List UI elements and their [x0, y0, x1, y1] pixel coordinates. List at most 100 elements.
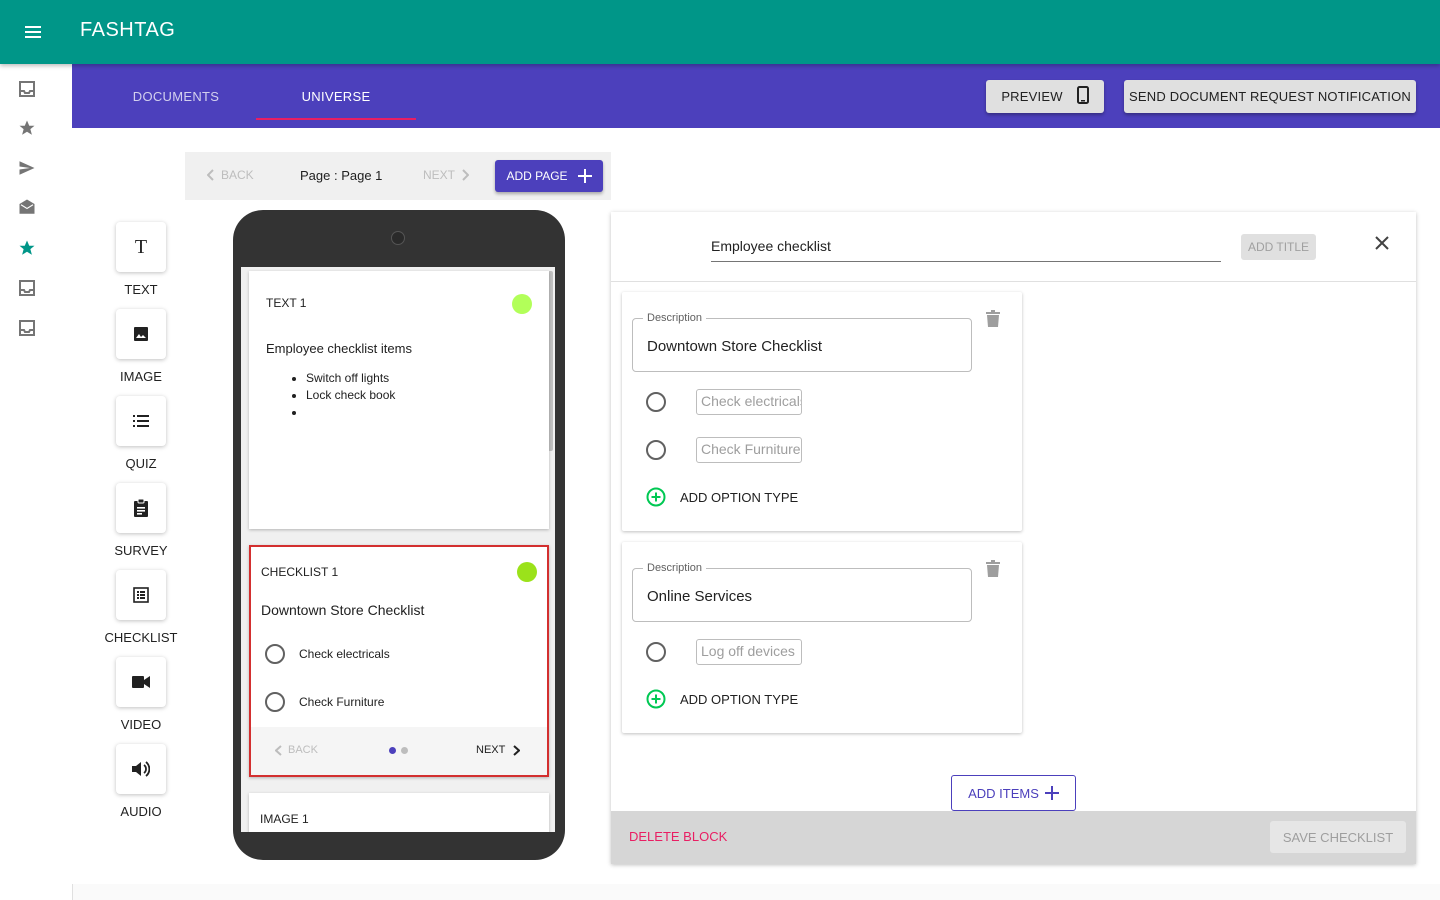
delete-block-button[interactable]: DELETE BLOCK	[629, 829, 727, 844]
side-rail	[0, 64, 73, 900]
phone-camera	[391, 231, 405, 245]
tab-documents[interactable]: DOCUMENTS	[96, 64, 256, 128]
video-icon	[132, 676, 150, 688]
checklist-pager: BACK NEXT	[251, 727, 547, 775]
divider	[611, 281, 1416, 282]
star-icon[interactable]	[14, 115, 40, 141]
radio-button[interactable]	[265, 692, 285, 712]
option-input[interactable]: Check Furniture	[696, 437, 802, 463]
description-value: Downtown Store Checklist	[647, 338, 823, 355]
radio-button[interactable]	[646, 392, 666, 412]
chevron-right-icon	[462, 169, 470, 181]
description-legend: Description	[643, 312, 707, 324]
phone-icon	[1076, 86, 1089, 107]
tool-image-label: IMAGE	[120, 369, 162, 384]
status-dot	[517, 562, 537, 582]
page-next-button[interactable]: NEXT	[423, 168, 470, 182]
text-block-title: TEXT 1	[266, 296, 307, 310]
trash-icon[interactable]	[986, 310, 1004, 330]
tab-bar: DOCUMENTS UNIVERSE PREVIEW SEND DOCUMENT…	[72, 64, 1440, 128]
add-option-button[interactable]: ADD OPTION TYPE	[646, 487, 798, 507]
tool-text-button[interactable]: T	[116, 222, 166, 272]
description-legend: Description	[643, 562, 707, 574]
add-page-label: ADD PAGE	[506, 169, 568, 183]
radio-button[interactable]	[646, 642, 666, 662]
send-notification-button[interactable]: SEND DOCUMENT REQUEST NOTIFICATION	[1124, 80, 1416, 113]
inbox-icon[interactable]	[14, 76, 40, 102]
tool-audio-button[interactable]	[116, 744, 166, 794]
star-icon[interactable]	[14, 235, 40, 261]
page-back-label: BACK	[221, 168, 254, 182]
checklist-option-label: Check electricals	[299, 647, 390, 661]
image-block-card[interactable]: IMAGE 1	[249, 793, 549, 832]
close-icon[interactable]	[1369, 230, 1395, 256]
preview-label: PREVIEW	[1001, 89, 1063, 104]
trash-icon[interactable]	[986, 560, 1004, 580]
chevron-left-icon	[207, 169, 214, 181]
radio-button[interactable]	[646, 440, 666, 460]
option-row: Check Furniture	[646, 437, 802, 463]
tool-video-label: VIDEO	[120, 717, 162, 732]
checklist-block-card[interactable]: CHECKLIST 1 Downtown Store Checklist Che…	[249, 545, 549, 777]
checklist-next-label: NEXT	[476, 744, 506, 756]
drafts-icon[interactable]	[14, 194, 40, 220]
description-field[interactable]: Description Online Services	[632, 562, 972, 622]
add-option-label: ADD OPTION TYPE	[680, 489, 799, 505]
phone-preview: TEXT 1 Employee checklist items Switch o…	[233, 210, 565, 860]
tool-survey-button[interactable]	[116, 483, 166, 533]
option-input[interactable]: Log off devices	[696, 639, 802, 665]
image-block-title: IMAGE 1	[260, 812, 309, 826]
add-circle-icon	[646, 689, 666, 709]
menu-icon[interactable]	[16, 16, 50, 48]
app-title: FASHTAG	[80, 19, 176, 41]
app-bar: FASHTAG	[0, 0, 1440, 64]
checklist-editor: Employee checklist ADD TITLE Description…	[611, 212, 1416, 864]
editor-footer: DELETE BLOCK SAVE CHECKLIST	[611, 811, 1416, 864]
text-block-card[interactable]: TEXT 1 Employee checklist items Switch o…	[249, 271, 549, 529]
tool-image-button[interactable]	[116, 309, 166, 359]
description-field[interactable]: Description Downtown Store Checklist	[632, 312, 972, 372]
checklist-back-button[interactable]: BACK	[275, 744, 318, 756]
list-item: Lock check book	[306, 387, 395, 404]
radio-button[interactable]	[265, 644, 285, 664]
add-title-button[interactable]: ADD TITLE	[1241, 234, 1316, 260]
checklist-block-heading: Downtown Store Checklist	[261, 602, 425, 618]
plus-icon	[577, 169, 592, 183]
checklist-block-title: CHECKLIST 1	[261, 565, 339, 579]
pager-dot-active[interactable]	[389, 747, 396, 754]
tool-survey-label: SURVEY	[114, 543, 168, 558]
save-checklist-button[interactable]: SAVE CHECKLIST	[1270, 821, 1406, 853]
page-navigation: BACK Page : Page 1 NEXT ADD PAGE	[185, 152, 611, 200]
checklist-icon	[133, 587, 149, 603]
page-back-button[interactable]: BACK	[207, 168, 254, 182]
tool-quiz-button[interactable]	[116, 396, 166, 446]
chevron-left-icon	[275, 744, 282, 756]
add-circle-icon	[646, 487, 666, 507]
tool-checklist-label: CHECKLIST	[104, 630, 178, 645]
add-items-button[interactable]: ADD ITEMS	[951, 775, 1076, 811]
list-icon	[133, 415, 149, 427]
inbox-icon[interactable]	[14, 315, 40, 341]
inbox-icon[interactable]	[14, 275, 40, 301]
image-icon	[134, 327, 148, 341]
title-input[interactable]: Employee checklist	[711, 230, 1221, 262]
chevron-right-icon	[513, 744, 521, 756]
tool-quiz-label: QUIZ	[125, 456, 157, 471]
status-dot	[512, 294, 532, 314]
option-input[interactable]: Check electricals	[696, 389, 802, 415]
tool-checklist-button[interactable]	[116, 570, 166, 620]
tool-audio-label: AUDIO	[120, 804, 162, 819]
pager-dot[interactable]	[401, 747, 408, 754]
checklist-next-button[interactable]: NEXT	[476, 744, 521, 756]
checklist-option[interactable]: Check electricals	[265, 644, 390, 664]
tab-indicator	[256, 118, 416, 120]
add-option-label: ADD OPTION TYPE	[680, 691, 799, 707]
tool-video-button[interactable]	[116, 657, 166, 707]
checklist-option[interactable]: Check Furniture	[265, 692, 384, 712]
send-icon[interactable]	[14, 155, 40, 181]
add-page-button[interactable]: ADD PAGE	[495, 160, 603, 192]
add-option-button[interactable]: ADD OPTION TYPE	[646, 689, 798, 709]
preview-button[interactable]: PREVIEW	[986, 80, 1104, 113]
checklist-item-card: Description Online Services Log off devi…	[622, 542, 1022, 733]
checklist-option-label: Check Furniture	[299, 695, 385, 709]
